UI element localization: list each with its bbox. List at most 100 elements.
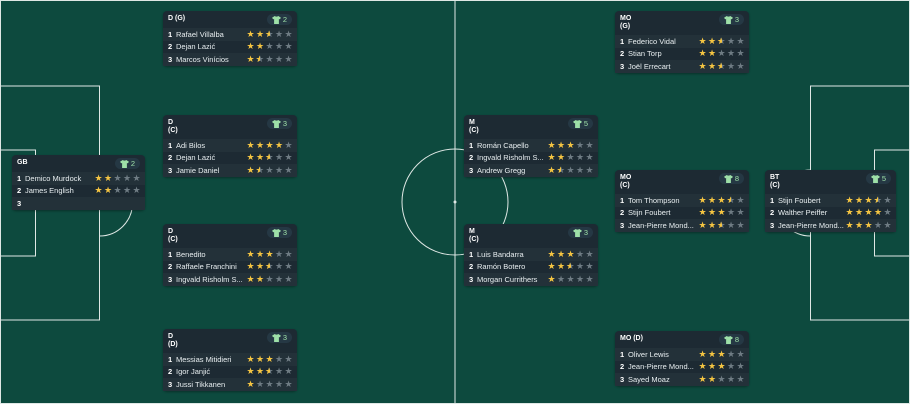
star-icon: ★ bbox=[864, 207, 873, 218]
player-row[interactable]: 1 Luis Bandarra ★ ★ ★ ★ ★ bbox=[464, 248, 598, 261]
star-icon: ★ bbox=[265, 139, 274, 150]
player-rank: 2 bbox=[168, 153, 173, 163]
player-row[interactable]: 2 Dejan Lazić ★ ★ ★ ★ ★ bbox=[163, 151, 297, 164]
star-icon: ★ bbox=[566, 262, 575, 272]
star-icon: ★ bbox=[274, 378, 284, 389]
position-card-d-g[interactable]: D (G) 2 1Rafael Villalba★★★★★2Dejan Lazi… bbox=[163, 11, 297, 66]
player-row[interactable]: 1 Tom Thompson ★ ★ ★ ★ ★ bbox=[615, 194, 749, 207]
star-icon: ★ bbox=[265, 353, 274, 364]
player-row[interactable]: 3 bbox=[12, 197, 145, 210]
position-card-d-d[interactable]: D (D) 3 1 Messias Mitidieri ★ ★ ★ ★ ★ 2 Igor Jan… bbox=[163, 329, 297, 391]
player-row[interactable]: 3 Marcos Vinícios ★ ★ ★ ★ ★ bbox=[163, 53, 297, 66]
player-row[interactable]: 1 Benedito ★ ★ ★ ★ ★ bbox=[163, 248, 297, 261]
player-row[interactable]: 3 Sayed Moaz ★ ★ ★ ★ ★ bbox=[615, 373, 749, 386]
star-icon: ★ bbox=[274, 53, 284, 64]
star-icon: ★ bbox=[255, 261, 265, 272]
star-icon: ★ bbox=[698, 207, 707, 218]
player-rank: 3 bbox=[168, 54, 173, 64]
star-rating: ★ ★ ★ ★ ★ bbox=[698, 219, 745, 230]
star-icon: ★ bbox=[255, 41, 265, 52]
player-count-badge: 8 bbox=[719, 334, 744, 345]
player-row[interactable]: 2 James English ★ ★ ★ ★ ★ bbox=[12, 184, 145, 197]
position-card-d-c-2[interactable]: D (C) 3 1 Benedito ★ ★ ★ ★ ★ 2 Raffaele Franchin… bbox=[163, 224, 297, 286]
position-card-mo-c[interactable]: MO (C) 8 1Tom Thompson★★★★★2Stijn Fouber… bbox=[615, 170, 749, 232]
player-row[interactable]: 2 Dejan Lazić ★ ★ ★ ★ ★ bbox=[163, 40, 297, 53]
player-rank: 1 bbox=[620, 195, 625, 205]
player-row[interactable]: 2 Stijn Foubert ★ ★ ★ ★ ★ bbox=[615, 206, 749, 219]
player-row[interactable]: 1 Federico Vidal ★ ★ ★ ★ ★ bbox=[615, 35, 749, 48]
star-icon: ★ bbox=[556, 273, 566, 284]
player-row[interactable]: 2 Igor Janjić ★ ★ ★ ★ ★ bbox=[163, 365, 297, 378]
player-row[interactable]: 1 Román Capello ★ ★ ★ ★ ★ bbox=[464, 139, 598, 152]
star-icon: ★ bbox=[255, 378, 265, 389]
player-row[interactable]: 3 Jean-Pierre Mond... ★ ★ ★ ★ ★ bbox=[615, 219, 749, 232]
player-row[interactable]: 2 Ingvald Risholm S... ★ ★ ★ ★ ★ bbox=[464, 151, 598, 164]
star-rating: ★ ★ ★ ★ ★ bbox=[246, 165, 293, 175]
star-icon: ★ bbox=[132, 185, 141, 196]
player-name: Jussi Tikkanen bbox=[176, 379, 226, 389]
star-icon: ★ bbox=[736, 207, 745, 218]
player-rank: 1 bbox=[770, 195, 775, 205]
player-row[interactable]: 3 Jussi Tikkanen ★ ★ ★ ★ ★ bbox=[163, 378, 297, 391]
player-count-badge: 3 bbox=[267, 332, 292, 343]
star-icon: ★ bbox=[547, 273, 556, 284]
star-icon: ★ bbox=[717, 61, 726, 71]
player-row[interactable]: 1 Messias Mitidieri ★ ★ ★ ★ ★ bbox=[163, 353, 297, 366]
shirt-icon bbox=[271, 333, 281, 342]
player-row[interactable]: 1 Demico Murdock ★ ★ ★ ★ ★ bbox=[12, 172, 145, 185]
star-rating: ★ ★ ★ ★ ★ bbox=[698, 61, 745, 71]
player-name: James English bbox=[25, 186, 74, 196]
player-row[interactable]: 1 Adi Bilos ★ ★ ★ ★ ★ bbox=[163, 139, 297, 152]
star-icon: ★ bbox=[726, 348, 736, 359]
star-icon: ★ bbox=[94, 185, 103, 196]
player-row[interactable]: 1 Rafael Villalba ★ ★ ★ ★ ★ bbox=[163, 28, 297, 41]
star-rating: ★ ★ ★ ★ ★ bbox=[698, 362, 745, 371]
player-row[interactable]: 2 Ramón Botero ★ ★ ★ ★ ★ bbox=[464, 260, 598, 273]
player-rank: 1 bbox=[17, 173, 22, 183]
player-rank: 2 bbox=[620, 208, 625, 218]
star-icon: ★ bbox=[717, 220, 726, 230]
star-icon: ★ bbox=[575, 139, 585, 150]
star-icon: ★ bbox=[103, 172, 113, 183]
position-card-m-c-1[interactable]: M (C) 5 1 Román Capello ★ ★ ★ ★ ★ 2 Ingvald Rish… bbox=[464, 115, 598, 177]
player-row[interactable]: 3 Joël Errecart ★ ★ ★ ★ ★ bbox=[615, 60, 749, 73]
position-card-bt-c[interactable]: BT (C) 5 1Stijn Foubert★★★★★2Walther Pei… bbox=[765, 170, 896, 232]
player-row[interactable]: 1 Stijn Foubert ★ ★ ★ ★ ★ bbox=[765, 194, 896, 207]
star-icon: ★ bbox=[556, 139, 566, 150]
position-card-m-c-2[interactable]: M (C) 3 1 Luis Bandarra ★ ★ ★ ★ ★ 2 Ramón Botero… bbox=[464, 224, 598, 286]
player-row[interactable]: 2 Stian Torp ★ ★ ★ ★ ★ bbox=[615, 47, 749, 60]
player-row[interactable]: 3 Morgan Currithers ★ ★ ★ ★ ★ bbox=[464, 273, 598, 286]
player-row[interactable]: 2 Jean-Pierre Mond... ★ ★ ★ ★ ★ bbox=[615, 360, 749, 373]
star-rating: ★ ★ ★ ★ ★ bbox=[246, 353, 293, 364]
star-icon: ★ bbox=[585, 139, 594, 150]
player-row[interactable]: 3 Andrew Gregg ★ ★ ★ ★ ★ bbox=[464, 164, 598, 177]
position-card-mo-d[interactable]: MO (D) 8 1 Oliver Lewis ★ ★ ★ ★ ★ 2 Jean-Pierre … bbox=[615, 331, 749, 386]
star-icon: ★ bbox=[284, 273, 293, 284]
star-icon: ★ bbox=[265, 53, 274, 64]
star-icon: ★ bbox=[736, 219, 745, 230]
player-rank: 3 bbox=[168, 274, 173, 284]
star-icon: ★ bbox=[274, 152, 284, 163]
star-icon: ★ bbox=[556, 248, 566, 259]
star-icon: ★ bbox=[874, 195, 883, 205]
star-rating: ★ ★ ★ ★ ★ bbox=[246, 139, 293, 150]
player-row[interactable]: 3 Jean-Pierre Mond... ★ ★ ★ ★ ★ bbox=[765, 219, 896, 232]
position-card-mo-g[interactable]: MO (G) 3 1Federico Vidal★★★★★2Stian Torp… bbox=[615, 11, 749, 73]
player-name: Morgan Currithers bbox=[477, 274, 538, 284]
player-row[interactable]: 1 Oliver Lewis ★ ★ ★ ★ ★ bbox=[615, 348, 749, 361]
star-rating: ★ ★ ★ ★ ★ bbox=[246, 378, 293, 389]
star-icon: ★ bbox=[585, 261, 594, 272]
star-icon: ★ bbox=[274, 28, 284, 39]
player-row[interactable]: 3 Ingvald Risholm S... ★ ★ ★ ★ ★ bbox=[163, 273, 297, 286]
star-icon: ★ bbox=[736, 48, 745, 59]
player-row[interactable]: 3 Jamie Daniel ★ ★ ★ ★ ★ bbox=[163, 164, 297, 177]
star-icon: ★ bbox=[854, 219, 864, 230]
position-card-d-c-1[interactable]: D (C) 3 1 Adi Bilos ★ ★ ★ ★ ★ 2 Dejan Lazić ★ ★ ★ ★ ★… bbox=[163, 115, 297, 177]
player-row[interactable]: 2 Raffaele Franchini ★ ★ ★ ★ ★ bbox=[163, 260, 297, 273]
position-card-gk[interactable]: GB 2 1 Demico Murdock ★ ★ ★ ★ ★ 2 James English ★… bbox=[12, 155, 145, 210]
star-icon: ★ bbox=[707, 361, 717, 372]
star-icon: ★ bbox=[265, 378, 274, 389]
player-row[interactable]: 2 Walther Peiffer ★ ★ ★ ★ ★ bbox=[765, 206, 896, 219]
star-icon: ★ bbox=[284, 28, 293, 39]
star-icon: ★ bbox=[284, 152, 293, 163]
